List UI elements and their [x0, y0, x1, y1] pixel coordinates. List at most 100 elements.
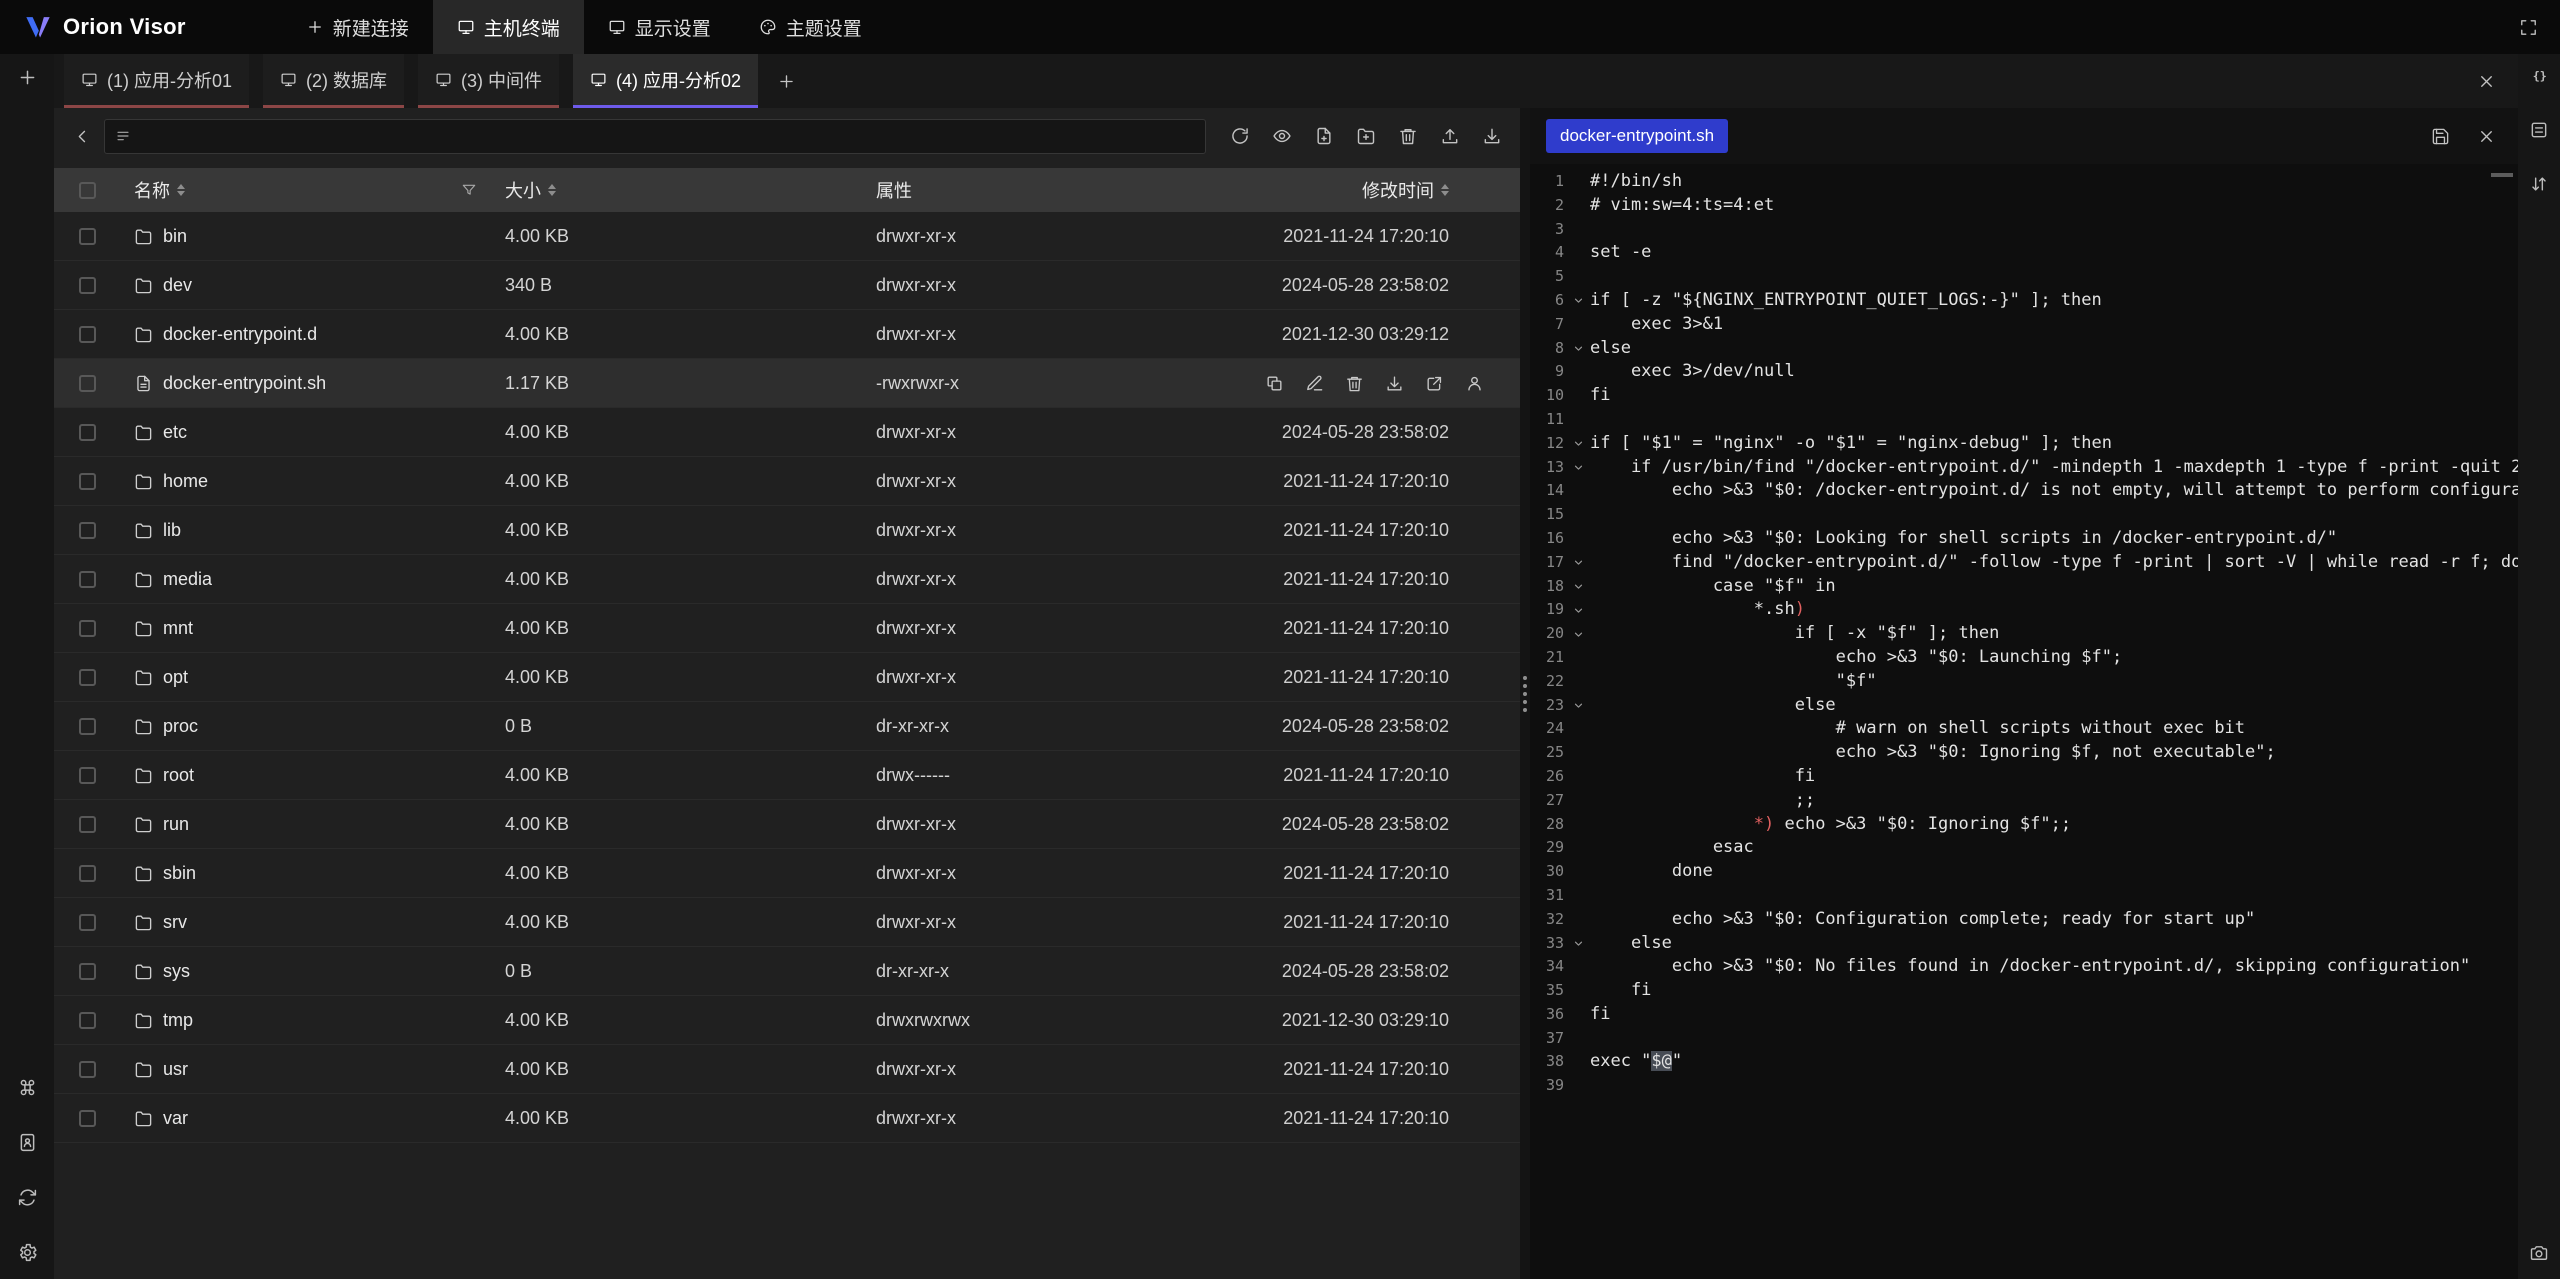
code-area[interactable]: 1#!/bin/sh 2# vim:sw=4:ts=4:et 3 4set -e…	[1530, 164, 2518, 1279]
file-name[interactable]: srv	[163, 912, 187, 933]
table-row[interactable]: tmp 4.00 KB drwxrwxrwx 2021-12-30 03:29:…	[54, 996, 1520, 1045]
file-name[interactable]: sbin	[163, 863, 196, 884]
table-row[interactable]: bin 4.00 KB drwxr-xr-x 2021-11-24 17:20:…	[54, 212, 1520, 261]
fold-icon[interactable]	[1566, 551, 1590, 575]
chmod-icon[interactable]	[1465, 374, 1484, 393]
menu-item[interactable]: 主题设置	[735, 0, 886, 54]
table-row[interactable]: sys 0 B dr-xr-xr-x 2024-05-28 23:58:02	[54, 947, 1520, 996]
file-name[interactable]: mnt	[163, 618, 193, 639]
menu-item[interactable]: 主机终端	[433, 0, 584, 54]
new-tab-button[interactable]	[770, 65, 802, 97]
table-row[interactable]: proc 0 B dr-xr-xr-x 2024-05-28 23:58:02	[54, 702, 1520, 751]
file-name[interactable]: var	[163, 1108, 188, 1129]
upload-button[interactable]	[1434, 120, 1466, 152]
file-name[interactable]: docker-entrypoint.sh	[163, 373, 326, 394]
settings-button[interactable]	[17, 1242, 38, 1263]
table-row[interactable]: sbin 4.00 KB drwxr-xr-x 2021-11-24 17:20…	[54, 849, 1520, 898]
row-checkbox[interactable]	[79, 620, 96, 637]
community-button[interactable]	[17, 1187, 38, 1208]
file-name[interactable]: lib	[163, 520, 181, 541]
editor-file-tab[interactable]: docker-entrypoint.sh	[1546, 119, 1728, 153]
table-row[interactable]: var 4.00 KB drwxr-xr-x 2021-11-24 17:20:…	[54, 1094, 1520, 1143]
fold-icon[interactable]	[1566, 622, 1590, 646]
table-row[interactable]: media 4.00 KB drwxr-xr-x 2021-11-24 17:2…	[54, 555, 1520, 604]
table-row[interactable]: usr 4.00 KB drwxr-xr-x 2021-11-24 17:20:…	[54, 1045, 1520, 1094]
table-row[interactable]: root 4.00 KB drwx------ 2021-11-24 17:20…	[54, 751, 1520, 800]
session-tab[interactable]: (1) 应用-分析01	[64, 54, 249, 108]
row-checkbox[interactable]	[79, 326, 96, 343]
table-row[interactable]: home 4.00 KB drwxr-xr-x 2021-11-24 17:20…	[54, 457, 1520, 506]
file-name[interactable]: run	[163, 814, 189, 835]
copy-path-icon[interactable]	[1265, 374, 1284, 393]
sort-size-icon[interactable]	[548, 180, 556, 200]
file-name[interactable]: sys	[163, 961, 190, 982]
row-checkbox[interactable]	[79, 963, 96, 980]
file-name[interactable]: media	[163, 569, 212, 590]
row-checkbox[interactable]	[79, 718, 96, 735]
quick-path-icon[interactable]	[115, 128, 131, 144]
fold-icon[interactable]	[1566, 337, 1590, 361]
path-input[interactable]	[140, 126, 1195, 146]
close-all-tabs-button[interactable]	[2470, 65, 2502, 97]
row-checkbox[interactable]	[79, 816, 96, 833]
file-name[interactable]: proc	[163, 716, 198, 737]
table-row[interactable]: mnt 4.00 KB drwxr-xr-x 2021-11-24 17:20:…	[54, 604, 1520, 653]
fold-icon[interactable]	[1566, 598, 1590, 622]
table-row[interactable]: dev 340 B drwxr-xr-x 2024-05-28 23:58:02	[54, 261, 1520, 310]
column-name[interactable]: 名称	[134, 177, 185, 203]
close-editor-button[interactable]	[2470, 120, 2502, 152]
column-size[interactable]: 大小	[505, 177, 556, 203]
fold-icon[interactable]	[1566, 575, 1590, 599]
show-hidden-button[interactable]	[1266, 120, 1298, 152]
row-checkbox[interactable]	[79, 865, 96, 882]
fold-icon[interactable]	[1566, 932, 1590, 956]
transfer-list-button[interactable]	[2529, 174, 2549, 194]
new-file-button[interactable]	[1308, 120, 1340, 152]
row-checkbox[interactable]	[79, 375, 96, 392]
row-checkbox[interactable]	[79, 1061, 96, 1078]
file-name[interactable]: bin	[163, 226, 187, 247]
column-modified[interactable]: 修改时间	[1362, 177, 1449, 203]
row-checkbox[interactable]	[79, 914, 96, 931]
table-row[interactable]: srv 4.00 KB drwxr-xr-x 2021-11-24 17:20:…	[54, 898, 1520, 947]
download-icon[interactable]	[1385, 374, 1404, 393]
fold-icon[interactable]	[1566, 694, 1590, 718]
row-checkbox[interactable]	[79, 669, 96, 686]
row-checkbox[interactable]	[79, 424, 96, 441]
panel-divider[interactable]	[1520, 108, 1530, 1279]
download-button[interactable]	[1476, 120, 1508, 152]
table-row[interactable]: run 4.00 KB drwxr-xr-x 2024-05-28 23:58:…	[54, 800, 1520, 849]
scrollbar-thumb[interactable]	[2491, 173, 2513, 177]
move-icon[interactable]	[1425, 374, 1444, 393]
row-checkbox[interactable]	[79, 228, 96, 245]
session-tab[interactable]: (2) 数据库	[263, 54, 404, 108]
sftp-panel-button[interactable]	[2529, 120, 2549, 140]
table-row[interactable]: etc 4.00 KB drwxr-xr-x 2024-05-28 23:58:…	[54, 408, 1520, 457]
session-tab[interactable]: (4) 应用-分析02	[573, 54, 758, 108]
fold-icon[interactable]	[1566, 432, 1590, 456]
row-checkbox[interactable]	[79, 277, 96, 294]
row-checkbox[interactable]	[79, 1110, 96, 1127]
row-checkbox[interactable]	[79, 571, 96, 588]
new-folder-button[interactable]	[1350, 120, 1382, 152]
save-button[interactable]	[2424, 120, 2456, 152]
file-name[interactable]: root	[163, 765, 194, 786]
shortcut-keys-button[interactable]	[17, 1077, 38, 1098]
table-row[interactable]: docker-entrypoint.sh 1.17 KB -rwxrwxr-x	[54, 359, 1520, 408]
file-name[interactable]: opt	[163, 667, 188, 688]
file-name[interactable]: docker-entrypoint.d	[163, 324, 317, 345]
sort-modified-icon[interactable]	[1441, 180, 1449, 200]
table-row[interactable]: lib 4.00 KB drwxr-xr-x 2021-11-24 17:20:…	[54, 506, 1520, 555]
delete-button[interactable]	[1392, 120, 1424, 152]
row-checkbox[interactable]	[79, 1012, 96, 1029]
file-name[interactable]: usr	[163, 1059, 188, 1080]
file-name[interactable]: dev	[163, 275, 192, 296]
path-input-box[interactable]	[104, 119, 1206, 154]
sort-name-icon[interactable]	[177, 180, 185, 200]
screenshot-button[interactable]	[2529, 1243, 2549, 1263]
filter-icon[interactable]	[461, 182, 477, 198]
edit-icon[interactable]	[1305, 374, 1324, 393]
contacts-button[interactable]	[17, 1132, 38, 1153]
row-checkbox[interactable]	[79, 767, 96, 784]
fullscreen-button[interactable]	[2512, 11, 2544, 43]
